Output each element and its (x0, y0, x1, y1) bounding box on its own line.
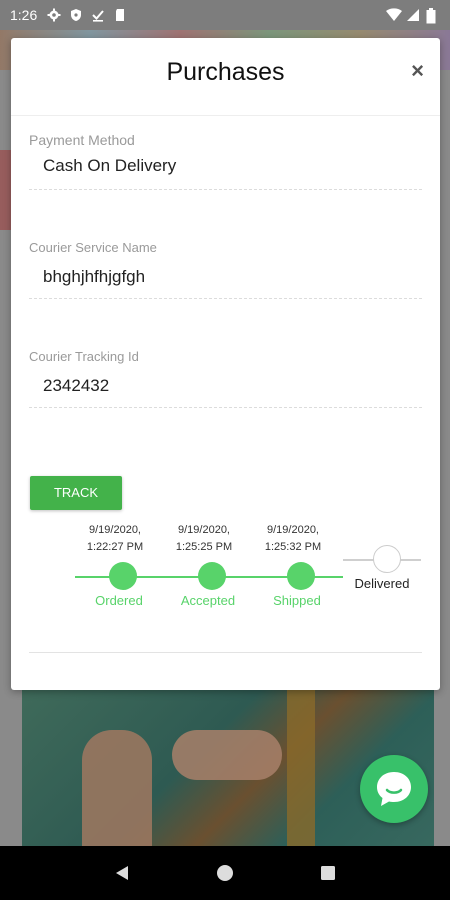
step-ordered-label: Ordered (95, 593, 143, 608)
dialog-header: Purchases × (11, 38, 440, 116)
status-time: 1:26 (10, 7, 38, 23)
courier-service-field: Courier Service Name bhghjhfhjgfgh (29, 240, 422, 299)
system-nav-bar (0, 846, 450, 900)
step-shipped-label: Shipped (273, 593, 321, 608)
download-done-icon (91, 8, 105, 22)
tracking-id-label: Courier Tracking Id (29, 349, 139, 364)
track-button[interactable]: TRACK (30, 476, 122, 510)
step-accepted-dot (198, 562, 226, 590)
back-button[interactable] (111, 862, 133, 884)
status-bar: 1:26 (0, 0, 450, 30)
step-ordered-dot (109, 562, 137, 590)
wifi-icon (386, 8, 402, 22)
dialog-divider (29, 652, 422, 653)
chat-button[interactable] (360, 755, 428, 823)
payment-method-label: Payment Method (29, 132, 135, 148)
sd-card-icon (113, 8, 127, 22)
gear-icon (47, 8, 61, 22)
tracking-id-field: Courier Tracking Id 2342432 (29, 349, 422, 408)
payment-method-value: Cash On Delivery (43, 156, 177, 175)
home-icon (216, 865, 233, 881)
step-accepted-timestamp: 9/19/2020, 1:25:25 PM (175, 524, 233, 553)
back-icon (115, 866, 128, 880)
home-button[interactable] (214, 862, 236, 884)
step-delivered-label: Delivered (354, 576, 410, 591)
recents-button[interactable] (317, 862, 339, 884)
courier-service-label: Courier Service Name (29, 240, 157, 255)
step-shipped-timestamp: 9/19/2020, 1:25:32 PM (264, 524, 322, 553)
step-ordered-timestamp: 9/19/2020, 1:22:27 PM (86, 524, 144, 553)
dialog-title: Purchases (166, 58, 285, 86)
tracking-id-value: 2342432 (43, 376, 110, 395)
courier-service-value: bhghjhfhjgfgh (43, 267, 146, 286)
purchases-dialog: Purchases × Payment Method Cash On Deliv… (11, 38, 440, 690)
step-shipped-dot (287, 562, 315, 590)
chat-bubble-icon (377, 772, 411, 806)
signal-icon (406, 8, 420, 22)
battery-icon (426, 8, 440, 24)
payment-method-field: Payment Method Cash On Delivery (29, 132, 422, 190)
step-delivered-dot (373, 545, 401, 573)
shield-icon (69, 8, 83, 22)
close-button[interactable]: × (411, 60, 424, 82)
recents-icon (321, 866, 336, 880)
step-accepted-label: Accepted (180, 593, 236, 608)
order-timeline: 9/19/2020, 1:22:27 PM Ordered 9/19/2020,… (11, 518, 440, 638)
